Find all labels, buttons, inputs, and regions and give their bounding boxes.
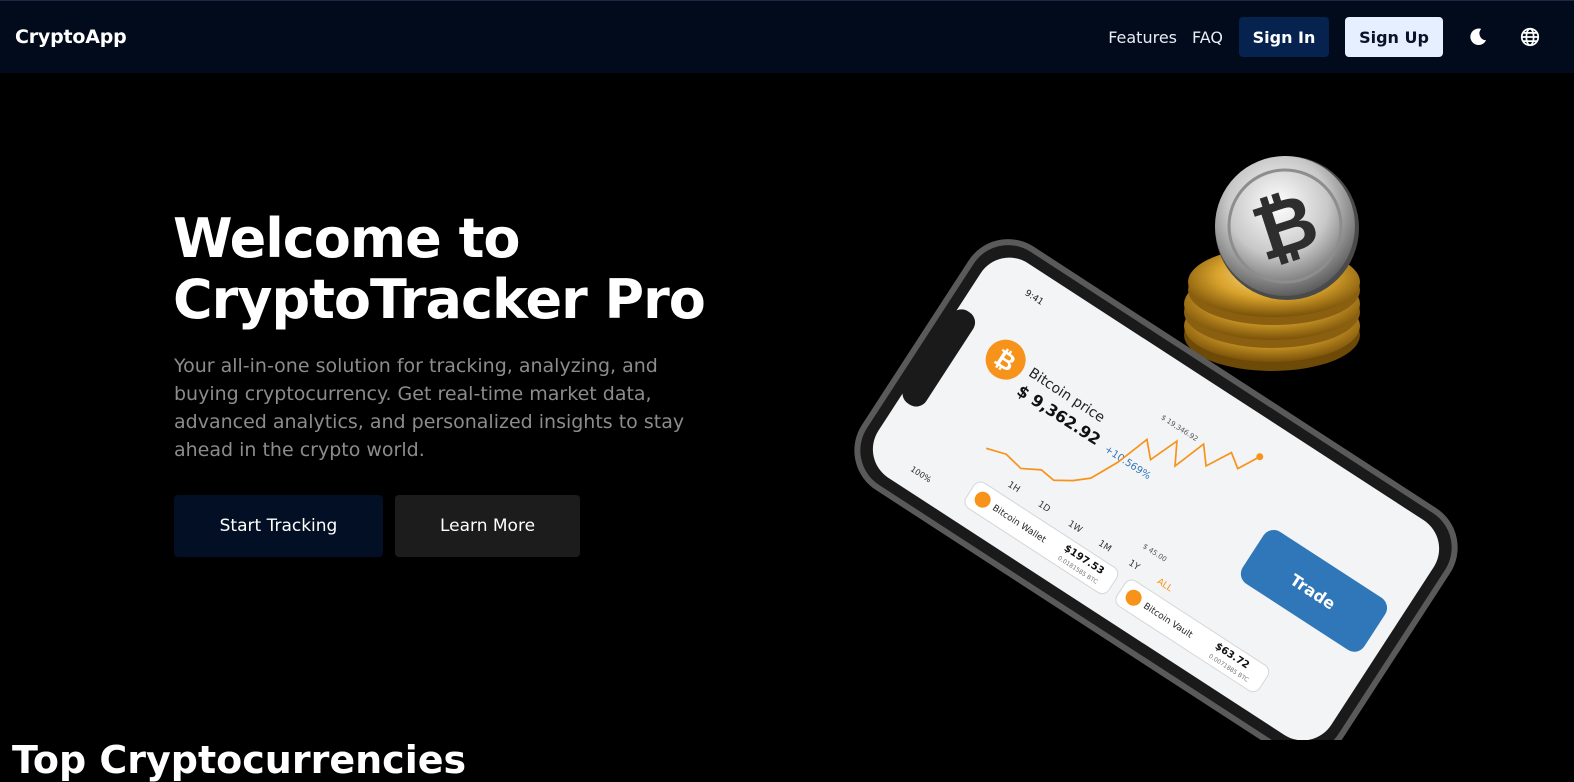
start-tracking-button[interactable]: Start Tracking [174, 495, 383, 557]
navbar: CryptoApp Features FAQ Sign In Sign Up [0, 0, 1574, 73]
hero-title-line1: Welcome to [173, 207, 520, 270]
phone [854, 239, 1458, 740]
phone-illustration: ₿ 9:41 100% ₿ Bitcoin price $ 9,362.92 +… [854, 156, 1458, 740]
sign-in-button[interactable]: Sign In [1239, 17, 1329, 57]
moon-icon[interactable] [1465, 24, 1491, 50]
nav-right: Features FAQ Sign In Sign Up [1108, 1, 1559, 73]
coins-stack: ₿ [1184, 156, 1360, 371]
hero-title-line2: CryptoTracker Pro [173, 268, 706, 331]
globe-icon[interactable] [1517, 24, 1543, 50]
hero-title: Welcome to CryptoTracker Pro [173, 208, 793, 330]
sign-up-button[interactable]: Sign Up [1345, 17, 1443, 57]
learn-more-button[interactable]: Learn More [395, 495, 580, 557]
nav-link-faq[interactable]: FAQ [1192, 28, 1223, 47]
section-heading-top-cryptocurrencies: Top Cryptocurrencies [12, 738, 467, 782]
brand-logo[interactable]: CryptoApp [15, 26, 127, 48]
hero-description: Your all-in-one solution for tracking, a… [174, 355, 685, 461]
nav-link-features[interactable]: Features [1108, 28, 1177, 47]
